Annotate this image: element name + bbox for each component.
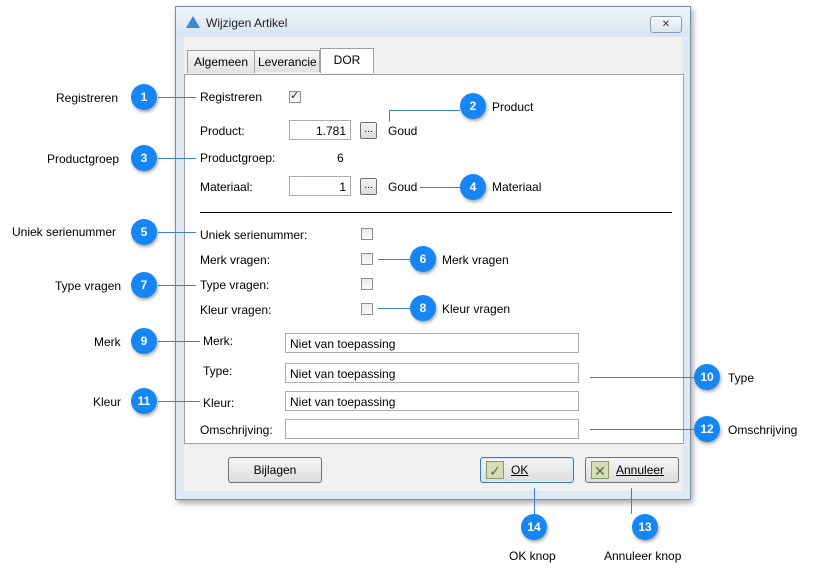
callout-2-line-vertical: [389, 110, 390, 122]
product-input[interactable]: 1.781: [289, 120, 351, 140]
callout-11-label: Kleur: [93, 395, 122, 409]
materiaal-label: Materiaal:: [200, 180, 253, 194]
callout-1-badge: 1: [131, 84, 157, 110]
product-name-text: Goud: [388, 124, 418, 138]
callout-12-line: [590, 429, 694, 430]
kleur-vragen-checkbox[interactable]: [361, 303, 373, 315]
close-icon: ✕: [661, 19, 671, 30]
kleur-vragen-label: Kleur vragen:: [200, 303, 272, 317]
callout-2-line: [389, 110, 460, 111]
type-vragen-checkbox[interactable]: [361, 278, 373, 290]
callout-14-line: [534, 488, 535, 514]
productgroep-value: 6: [337, 151, 344, 165]
callout-10-line: [590, 377, 694, 378]
callout-14-badge: 14: [521, 514, 547, 540]
check-icon: ✓: [486, 461, 504, 479]
callout-12-label: Omschrijving: [728, 423, 798, 437]
title-bar[interactable]: Wijzigen Artikel ✕: [176, 7, 690, 37]
callout-5-line: [158, 232, 196, 233]
materiaal-name-text: Goud: [388, 180, 418, 194]
callout-3-line: [158, 158, 196, 159]
separator-line: [200, 212, 672, 213]
tab-algemeen[interactable]: Algemeen: [187, 50, 255, 73]
ok-button[interactable]: ✓ OK: [480, 457, 574, 483]
callout-4-line: [420, 187, 460, 188]
merk-input[interactable]: Niet van toepassing: [285, 333, 579, 353]
tab-leverancie[interactable]: Leverancie: [254, 50, 320, 72]
omschrijving-input[interactable]: [285, 419, 579, 439]
callout-6-badge: 6: [410, 246, 436, 272]
callout-13-label: Annuleer knop: [604, 549, 682, 563]
kleur-label: Kleur:: [203, 396, 235, 410]
registreren-checkbox[interactable]: [289, 89, 301, 103]
callout-9-line: [158, 341, 200, 342]
callout-6-line: [378, 259, 410, 260]
callout-11-badge: 11: [131, 388, 157, 414]
ok-button-label: OK: [511, 463, 529, 477]
callout-5-label: Uniek serienummer: [12, 225, 117, 239]
callout-9-label: Merk: [94, 335, 121, 349]
uniek-serienummer-checkbox[interactable]: [361, 228, 373, 240]
dialog-title: Wijzigen Artikel: [206, 16, 288, 30]
merk-label: Merk:: [203, 334, 233, 348]
callout-1-line: [158, 97, 196, 98]
callout-1-label: Registreren: [56, 91, 119, 105]
omschrijving-label: Omschrijving:: [200, 423, 273, 437]
callout-13-badge: 13: [632, 514, 658, 540]
materiaal-input[interactable]: 1: [289, 176, 351, 196]
annuleer-button[interactable]: ✕ Annuleer: [585, 457, 679, 483]
callout-4-badge: 4: [460, 174, 486, 200]
annuleer-button-label: Annuleer: [616, 463, 665, 477]
callout-10-badge: 10: [694, 364, 720, 390]
callout-7-line: [158, 285, 196, 286]
callout-10-label: Type: [728, 371, 755, 385]
callout-13-line: [631, 488, 632, 514]
uniek-serienummer-label: Uniek serienummer:: [200, 228, 308, 242]
callout-11-line: [158, 401, 200, 402]
callout-8-badge: 8: [410, 295, 436, 321]
callout-9-badge: 9: [131, 328, 157, 354]
callout-2-label: Product: [492, 100, 534, 114]
materiaal-browse-button[interactable]: ...: [360, 178, 377, 195]
type-input[interactable]: Niet van toepassing: [285, 363, 579, 383]
callout-3-badge: 3: [131, 145, 157, 171]
callout-4-label: Materiaal: [492, 180, 542, 194]
callout-8-label: Kleur vragen: [442, 302, 511, 316]
product-browse-button[interactable]: ...: [360, 122, 377, 139]
type-label: Type:: [203, 364, 233, 378]
close-button[interactable]: ✕: [650, 16, 682, 33]
type-vragen-label: Type vragen:: [200, 278, 270, 292]
merk-vragen-label: Merk vragen:: [200, 253, 271, 267]
cancel-icon: ✕: [591, 461, 609, 479]
callout-14-label: OK knop: [509, 549, 556, 563]
callout-3-label: Productgroep: [47, 152, 120, 166]
kleur-input[interactable]: Niet van toepassing: [285, 391, 579, 411]
productgroep-label: Productgroep:: [200, 151, 276, 165]
callout-12-badge: 12: [694, 416, 720, 442]
callout-7-badge: 7: [131, 272, 157, 298]
app-icon: [186, 16, 200, 28]
callout-8-line: [378, 308, 410, 309]
merk-vragen-checkbox[interactable]: [361, 253, 373, 265]
callout-5-badge: 5: [131, 219, 157, 245]
bijlagen-button[interactable]: Bijlagen: [228, 457, 322, 483]
callout-7-label: Type vragen: [55, 279, 122, 293]
tab-dor[interactable]: DOR: [320, 48, 374, 73]
callout-6-label: Merk vragen: [442, 253, 509, 267]
registreren-label: Registreren: [200, 90, 263, 104]
product-label: Product:: [200, 124, 245, 138]
callout-2-badge: 2: [460, 93, 486, 119]
